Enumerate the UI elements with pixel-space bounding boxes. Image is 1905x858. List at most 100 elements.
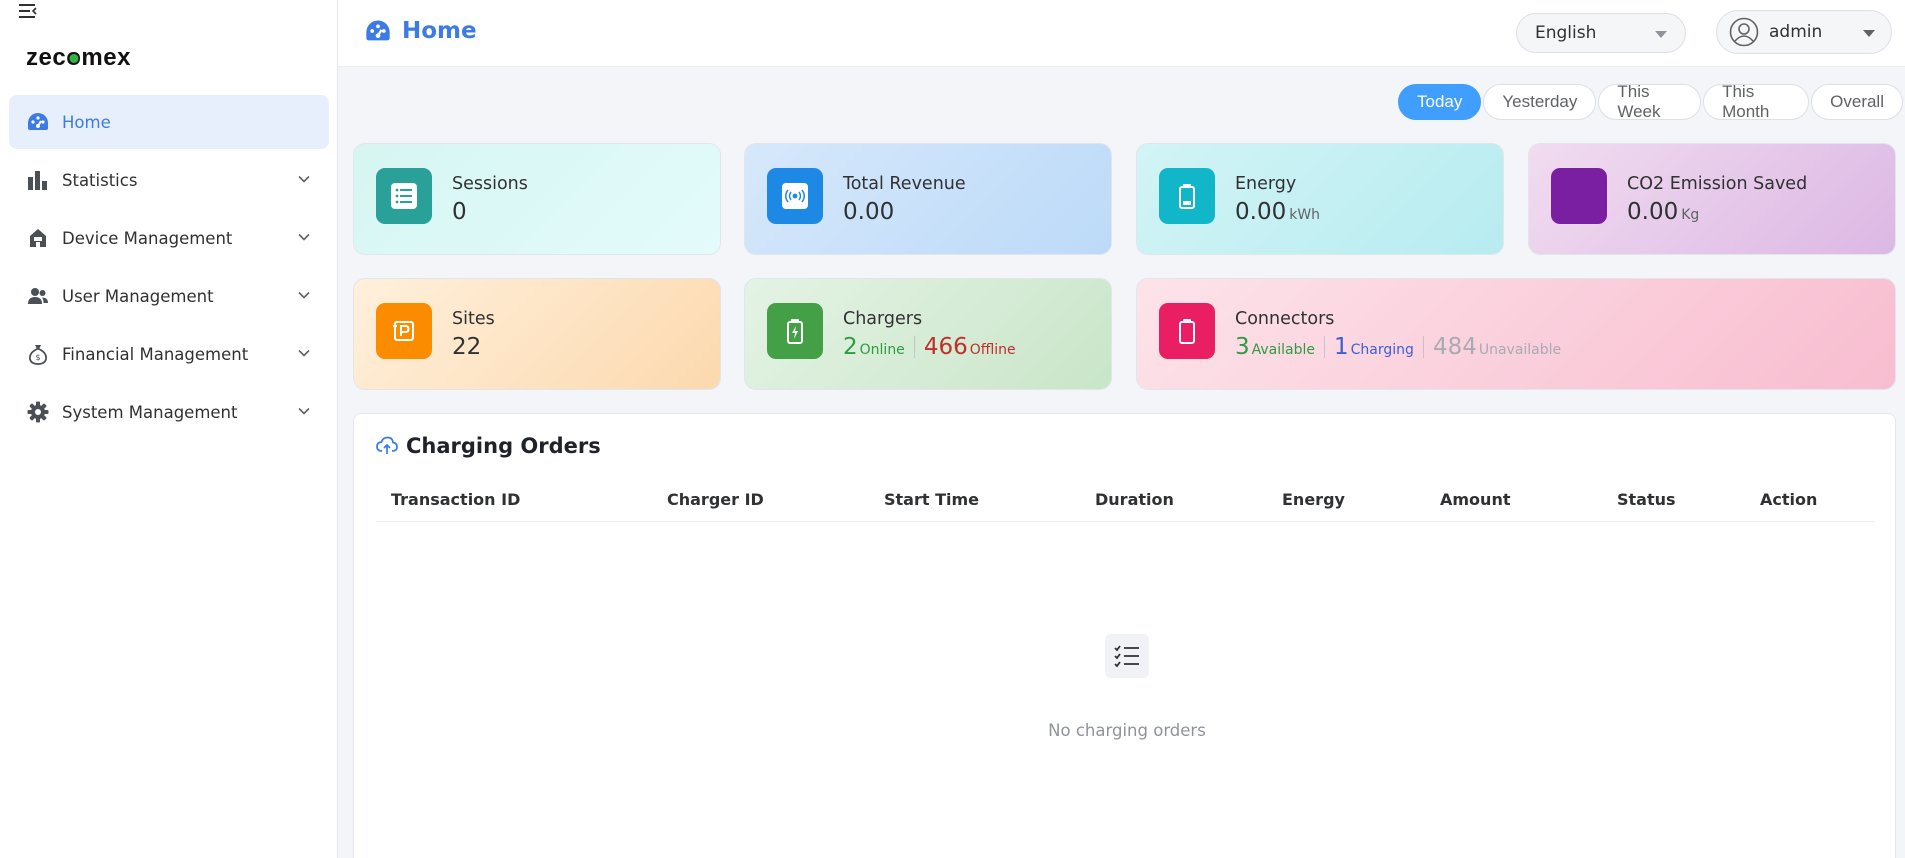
- column-header: Amount: [1440, 490, 1511, 509]
- list-icon: [376, 168, 432, 224]
- money-bag-icon: $: [26, 342, 50, 366]
- username: admin: [1769, 22, 1823, 42]
- column-header: Transaction ID: [391, 490, 521, 509]
- connectors-charging-label: Charging: [1350, 342, 1414, 358]
- period-overall-button[interactable]: Overall: [1811, 84, 1903, 120]
- divider: [1324, 336, 1326, 358]
- energy-unit: kWh: [1289, 207, 1321, 223]
- cloud-upload-icon: [376, 436, 398, 454]
- wireless-icon: [767, 168, 823, 224]
- chargers-online-label: Online: [859, 342, 905, 358]
- card-value: 0: [452, 199, 467, 225]
- sites-card: Sites 22: [353, 278, 721, 390]
- chargers-offline-value: 466: [923, 334, 968, 360]
- logo-text: zec: [26, 44, 67, 71]
- chevron-down-icon[interactable]: [297, 172, 311, 186]
- chevron-down-icon[interactable]: [297, 346, 311, 360]
- period-this-month-button[interactable]: This Month: [1703, 82, 1810, 121]
- dashboard-icon: [366, 20, 390, 41]
- svg-text:$: $: [35, 353, 40, 362]
- sidebar-item-label: Statistics: [62, 170, 138, 190]
- card-label: Chargers: [843, 309, 923, 329]
- divider: [913, 336, 915, 358]
- energy-value: 0.00: [1235, 199, 1287, 225]
- energy-card: Energy 0.00 kWh: [1136, 143, 1504, 255]
- caret-down-icon: [1863, 30, 1875, 37]
- card-value: 22: [452, 334, 481, 360]
- card-label: Connectors: [1235, 309, 1335, 329]
- chargers-card: Chargers 2 Online 466 Offline: [744, 278, 1112, 390]
- chevron-down-icon[interactable]: [297, 230, 311, 244]
- column-header: Action: [1760, 490, 1818, 509]
- card-label: Total Revenue: [843, 174, 966, 194]
- period-yesterday-button[interactable]: Yesterday: [1483, 84, 1597, 120]
- sidebar-nav: Home Statistics Device Management User M…: [9, 95, 329, 443]
- bar-chart-icon: [26, 168, 50, 192]
- co2-unit: Kg: [1681, 207, 1700, 223]
- language-value: English: [1535, 23, 1597, 43]
- card-value: 0.00 Kg: [1627, 199, 1699, 225]
- page-heading: Home: [364, 18, 477, 44]
- orders-heading: Charging Orders: [376, 434, 601, 458]
- sidebar-item-statistics[interactable]: Statistics: [9, 153, 329, 207]
- sidebar-item-user-management[interactable]: User Management: [9, 269, 329, 323]
- language-select[interactable]: English: [1516, 13, 1686, 53]
- battery-icon: [1159, 168, 1215, 224]
- card-label: Energy: [1235, 174, 1297, 194]
- page-title: Home: [402, 18, 477, 44]
- parking-icon: [376, 303, 432, 359]
- connectors-card: Connectors 3 Available 1 Charging 484 Unava…: [1136, 278, 1896, 390]
- column-header: Charger ID: [667, 490, 764, 509]
- connectors-available-value: 3: [1235, 334, 1250, 360]
- card-label: Sites: [452, 309, 495, 329]
- charging-orders-panel: Charging Orders Transaction ID Charger I…: [353, 413, 1896, 858]
- sidebar-item-label: Device Management: [62, 228, 233, 248]
- charging-battery-icon: [767, 303, 823, 359]
- sessions-card: Sessions 0: [353, 143, 721, 255]
- station-icon: [26, 226, 50, 250]
- card-value: 2 Online 466 Offline: [843, 334, 1016, 360]
- sessions-value: 0: [452, 199, 467, 225]
- chevron-down-icon[interactable]: [297, 404, 311, 418]
- logo-text: mex: [81, 44, 131, 71]
- sidebar-item-device-management[interactable]: Device Management: [9, 211, 329, 265]
- sidebar-item-system-management[interactable]: System Management: [9, 385, 329, 439]
- card-value: 0.00: [843, 199, 894, 225]
- co2-icon: [1551, 168, 1607, 224]
- chargers-online-value: 2: [843, 334, 858, 360]
- connectors-charging-value: 1: [1334, 334, 1349, 360]
- co2-value: 0.00: [1627, 199, 1679, 225]
- brand-logo[interactable]: zecomex: [26, 44, 131, 72]
- connectors-available-label: Available: [1251, 342, 1316, 358]
- sites-value: 22: [452, 334, 482, 360]
- sidebar-item-label: System Management: [62, 402, 238, 422]
- card-label: Sessions: [452, 174, 528, 194]
- caret-down-icon: [1655, 31, 1667, 38]
- menu-collapse-icon[interactable]: [18, 2, 40, 22]
- total-revenue-card: Total Revenue 0.00: [744, 143, 1112, 255]
- column-header: Duration: [1095, 490, 1174, 509]
- card-value: 3 Available 1 Charging 484 Unavailable: [1235, 334, 1561, 360]
- connectors-unavailable-value: 484: [1432, 334, 1477, 360]
- co2-card: CO2 Emission Saved 0.00 Kg: [1528, 143, 1896, 255]
- user-menu[interactable]: admin: [1716, 10, 1892, 54]
- orders-table-header: Transaction ID Charger ID Start Time Dur…: [376, 480, 1874, 522]
- card-label: CO2 Emission Saved: [1627, 174, 1808, 194]
- chargers-offline-label: Offline: [969, 342, 1016, 358]
- dashboard-icon: [26, 110, 50, 134]
- user-avatar-icon: [1729, 17, 1759, 47]
- sidebar-item-label: Financial Management: [62, 344, 249, 364]
- period-today-button[interactable]: Today: [1398, 84, 1482, 120]
- period-this-week-button[interactable]: This Week: [1598, 82, 1702, 121]
- column-header: Status: [1617, 490, 1676, 509]
- sidebar-item-home[interactable]: Home: [9, 95, 329, 149]
- sidebar-item-financial-management[interactable]: $ Financial Management: [9, 327, 329, 381]
- users-icon: [26, 284, 50, 308]
- gear-icon: [26, 400, 50, 424]
- orders-title: Charging Orders: [406, 434, 601, 458]
- chevron-down-icon[interactable]: [297, 288, 311, 302]
- connector-icon: [1159, 303, 1215, 359]
- empty-state-text: No charging orders: [1048, 721, 1206, 740]
- sidebar-item-label: User Management: [62, 286, 214, 306]
- divider: [1422, 336, 1424, 358]
